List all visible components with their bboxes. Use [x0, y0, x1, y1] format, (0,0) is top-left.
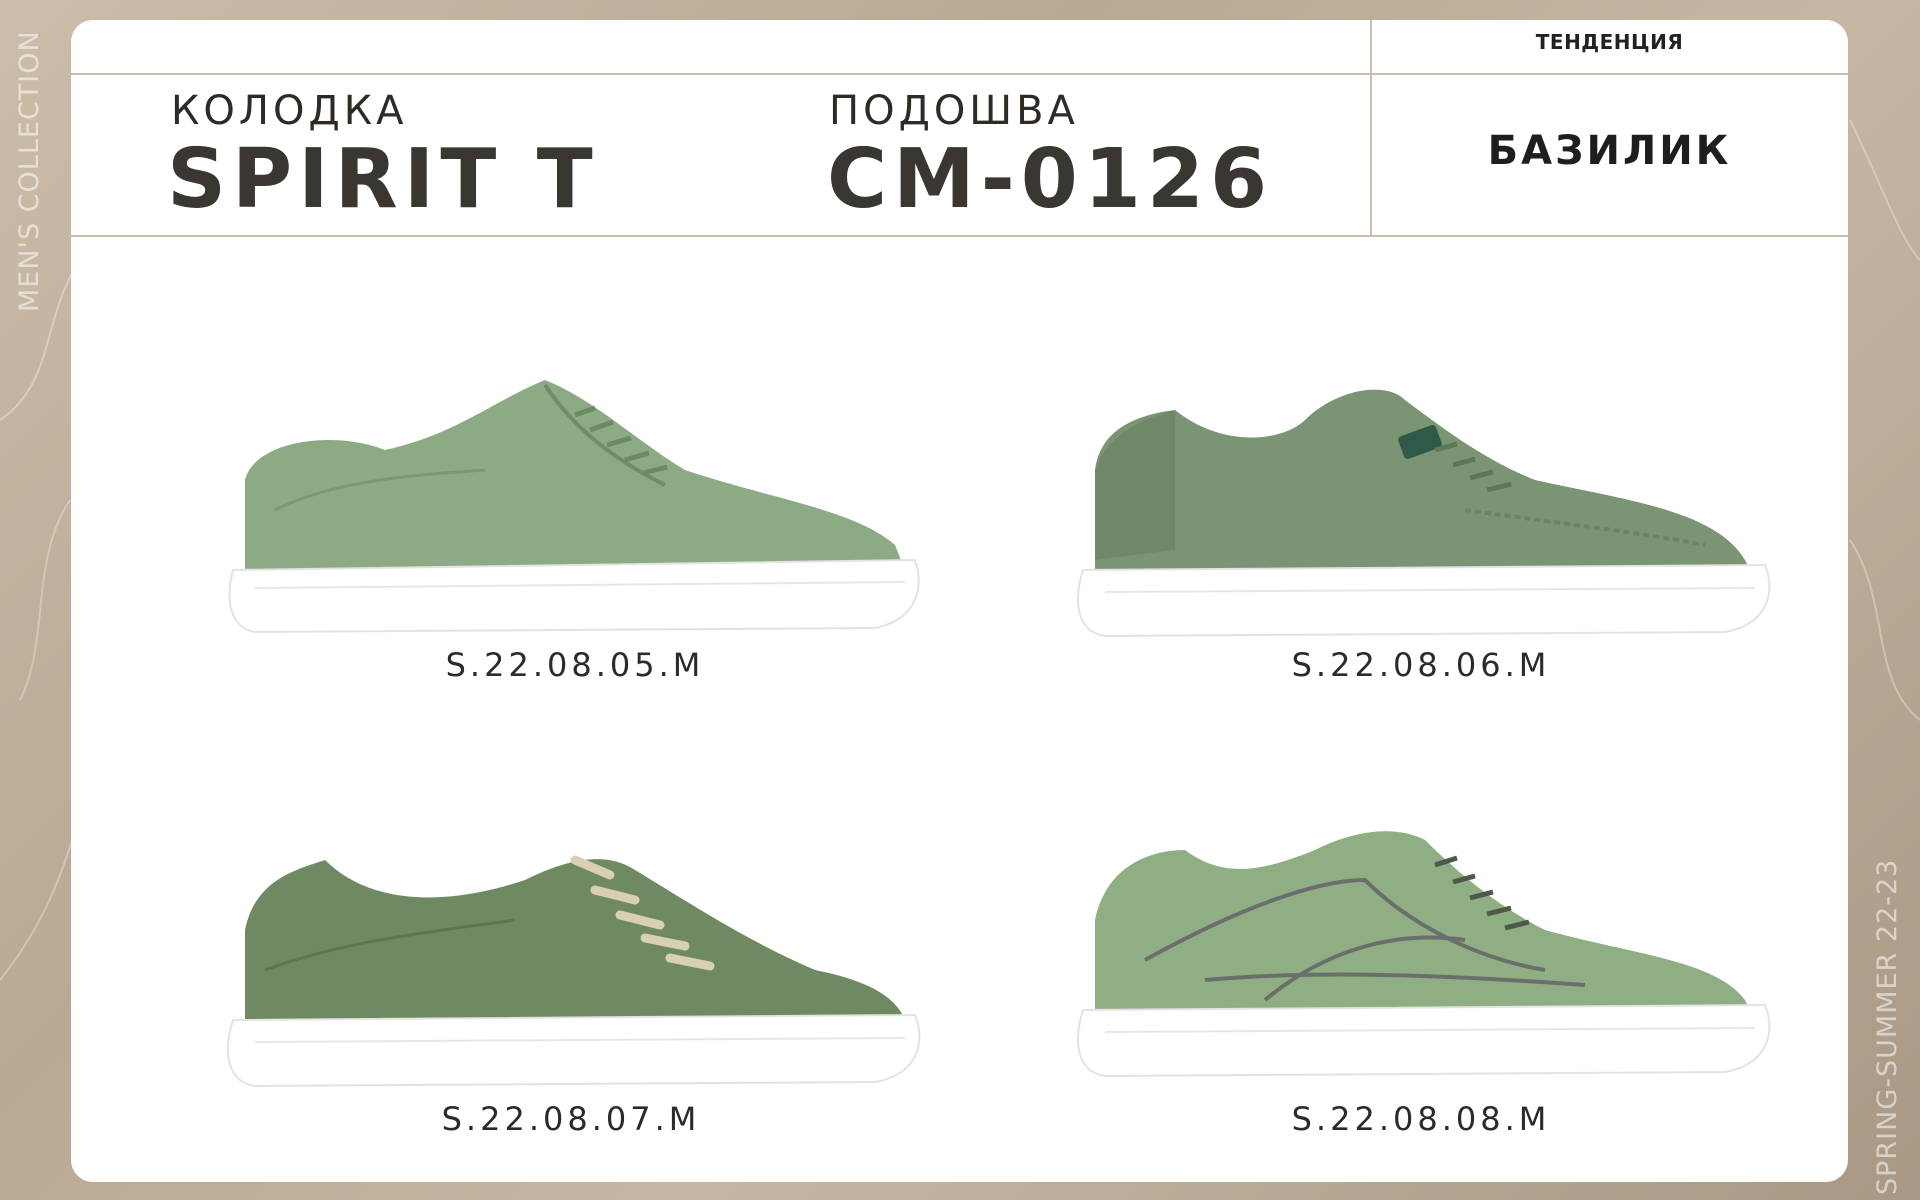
header-top-divider [71, 73, 1848, 75]
sole-label: ПОДОШВА [829, 88, 1079, 134]
sneaker-canvas-image [227, 855, 921, 1088]
trend-label: ТЕНДЕНЦИЯ [1535, 30, 1684, 54]
catalog-card: КОЛОДКА SPIRIT T ПОДОШВА CM-0126 ТЕНДЕНЦ… [71, 20, 1848, 1182]
product-sku: S.22.08.07.M [441, 1100, 701, 1138]
collection-label: MEN'S COLLECTION [14, 30, 45, 312]
sneaker-suede-image [228, 380, 920, 634]
sneaker-leather-image [1077, 389, 1771, 638]
last-label: КОЛОДКА [171, 88, 408, 134]
trend-value: БАЗИЛИК [1487, 128, 1732, 174]
product-sku: S.22.08.05.M [445, 646, 705, 684]
sneaker-nubuck-image [1077, 831, 1771, 1078]
header-bottom-divider [71, 235, 1848, 237]
season-label: SPRING-SUMMER 22-23 [1872, 858, 1903, 1195]
product-sku: S.22.08.08.M [1291, 1100, 1551, 1138]
product-sku: S.22.08.06.M [1291, 646, 1551, 684]
sole-value: CM-0126 [827, 132, 1274, 227]
last-value: SPIRIT T [167, 132, 599, 227]
